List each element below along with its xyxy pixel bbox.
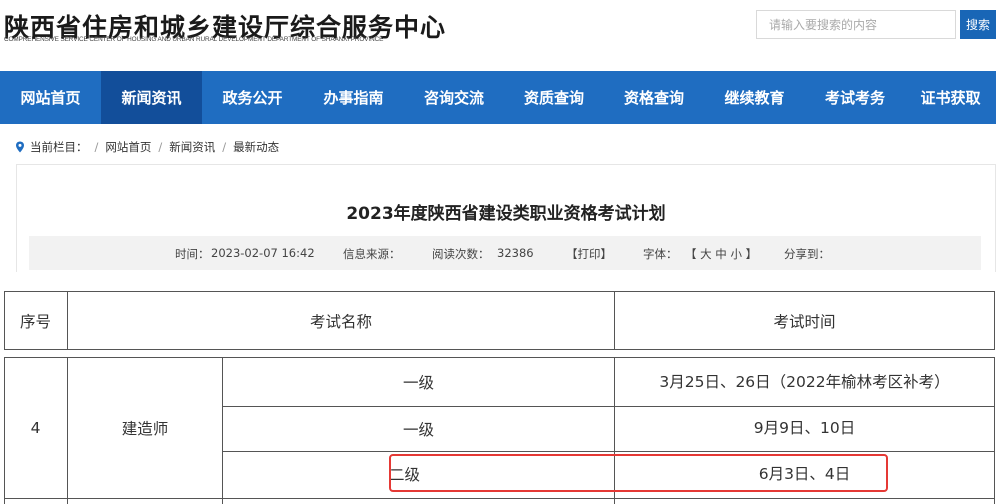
- search-input[interactable]: [757, 11, 955, 38]
- table-border: [994, 357, 995, 504]
- meta-views-value: 32386: [497, 246, 534, 260]
- nav-item-continuing-education[interactable]: 继续教育: [704, 71, 805, 124]
- nav-item-certificates[interactable]: 证书获取: [905, 71, 996, 124]
- breadcrumb: 当前栏目： / 网站首页 / 新闻资讯 / 最新动态: [14, 139, 279, 155]
- meta-time-label: 时间：: [175, 247, 210, 261]
- sub-row-time: 9月9日、10日: [753, 419, 856, 437]
- nav-item-news[interactable]: 新闻资讯: [101, 71, 202, 124]
- nav-item-consultation[interactable]: 咨询交流: [404, 71, 504, 124]
- highlight-box: [389, 454, 888, 492]
- breadcrumb-separator: /: [222, 140, 227, 154]
- article-meta: 时间： 2023-02-07 16:42 信息来源： 阅读次数： 32386 【…: [29, 236, 981, 270]
- meta-source-label: 信息来源：: [343, 247, 401, 261]
- nav-item-qualification-query[interactable]: 资质查询: [504, 71, 604, 124]
- main-nav: 网站首页 新闻资讯 政务公开 办事指南 咨询交流 资质查询 资格查询 继续教育 …: [0, 71, 996, 124]
- sub-row-level: 一级: [402, 374, 434, 392]
- sub-row-level: 一级: [402, 421, 434, 439]
- nav-item-exams[interactable]: 考试考务: [805, 71, 905, 124]
- nav-item-home[interactable]: 网站首页: [0, 71, 101, 124]
- meta-views-label: 阅读次数：: [432, 247, 490, 261]
- article-card: 2023年度陕西省建设类职业资格考试计划 时间： 2023-02-07 16:4…: [16, 164, 996, 272]
- nav-item-service-guide[interactable]: 办事指南: [303, 71, 404, 124]
- breadcrumb-home-link[interactable]: 网站首页: [105, 139, 151, 155]
- meta-share-label: 分享到：: [784, 247, 830, 261]
- breadcrumb-prefix: 当前栏目：: [30, 140, 88, 154]
- table-border: [4, 498, 995, 499]
- header-exam-name: 考试名称: [309, 312, 372, 331]
- nav-item-government-affairs[interactable]: 政务公开: [202, 71, 303, 124]
- meta-time-value: 2023-02-07 16:42: [211, 246, 315, 260]
- breadcrumb-latest-link[interactable]: 最新动态: [233, 139, 279, 155]
- table-border: [4, 349, 995, 350]
- nav-item-certification-query[interactable]: 资格查询: [604, 71, 704, 124]
- site-subtitle: COMPREHENSIVE SERVICE CENTER OF HOUSING …: [4, 36, 384, 43]
- search-button[interactable]: 搜索: [960, 10, 996, 39]
- table-border: [994, 291, 995, 350]
- breadcrumb-news-link[interactable]: 新闻资讯: [169, 139, 215, 155]
- breadcrumb-separator: /: [94, 140, 99, 154]
- row-exam-name: 建造师: [121, 420, 169, 438]
- article-title: 2023年度陕西省建设类职业资格考试计划: [346, 204, 666, 224]
- meta-font-label: 字体：: [643, 247, 678, 261]
- header-exam-time: 考试时间: [773, 312, 836, 331]
- location-pin-icon: [16, 141, 24, 153]
- sub-row-time: 3月25日、26日（2022年榆林考区补考）: [659, 372, 950, 391]
- header-no: 序号: [19, 312, 51, 331]
- print-link[interactable]: 【打印】: [566, 246, 612, 262]
- font-size-selector[interactable]: 【 大 中 小 】: [685, 246, 757, 262]
- search-box[interactable]: [756, 10, 956, 39]
- breadcrumb-separator: /: [158, 140, 163, 154]
- row-no: 4: [30, 419, 41, 437]
